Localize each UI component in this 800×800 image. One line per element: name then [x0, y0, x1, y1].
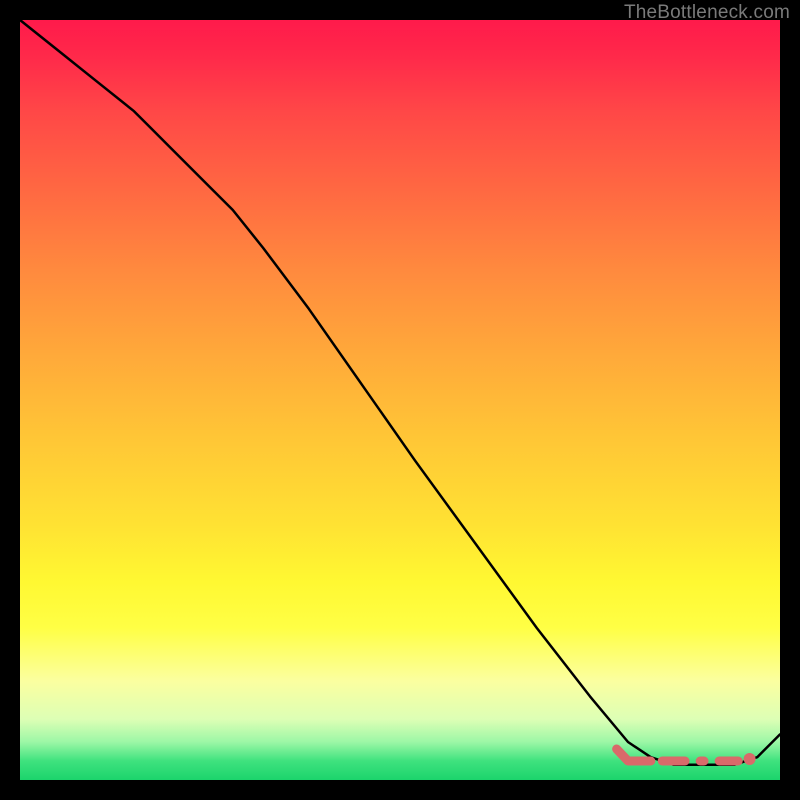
chart-overlay [20, 20, 780, 780]
chart-container: TheBottleneck.com [0, 0, 800, 800]
optimal-region-marker [617, 749, 756, 765]
watermark-text: TheBottleneck.com [624, 2, 790, 24]
bottleneck-curve [20, 20, 780, 765]
